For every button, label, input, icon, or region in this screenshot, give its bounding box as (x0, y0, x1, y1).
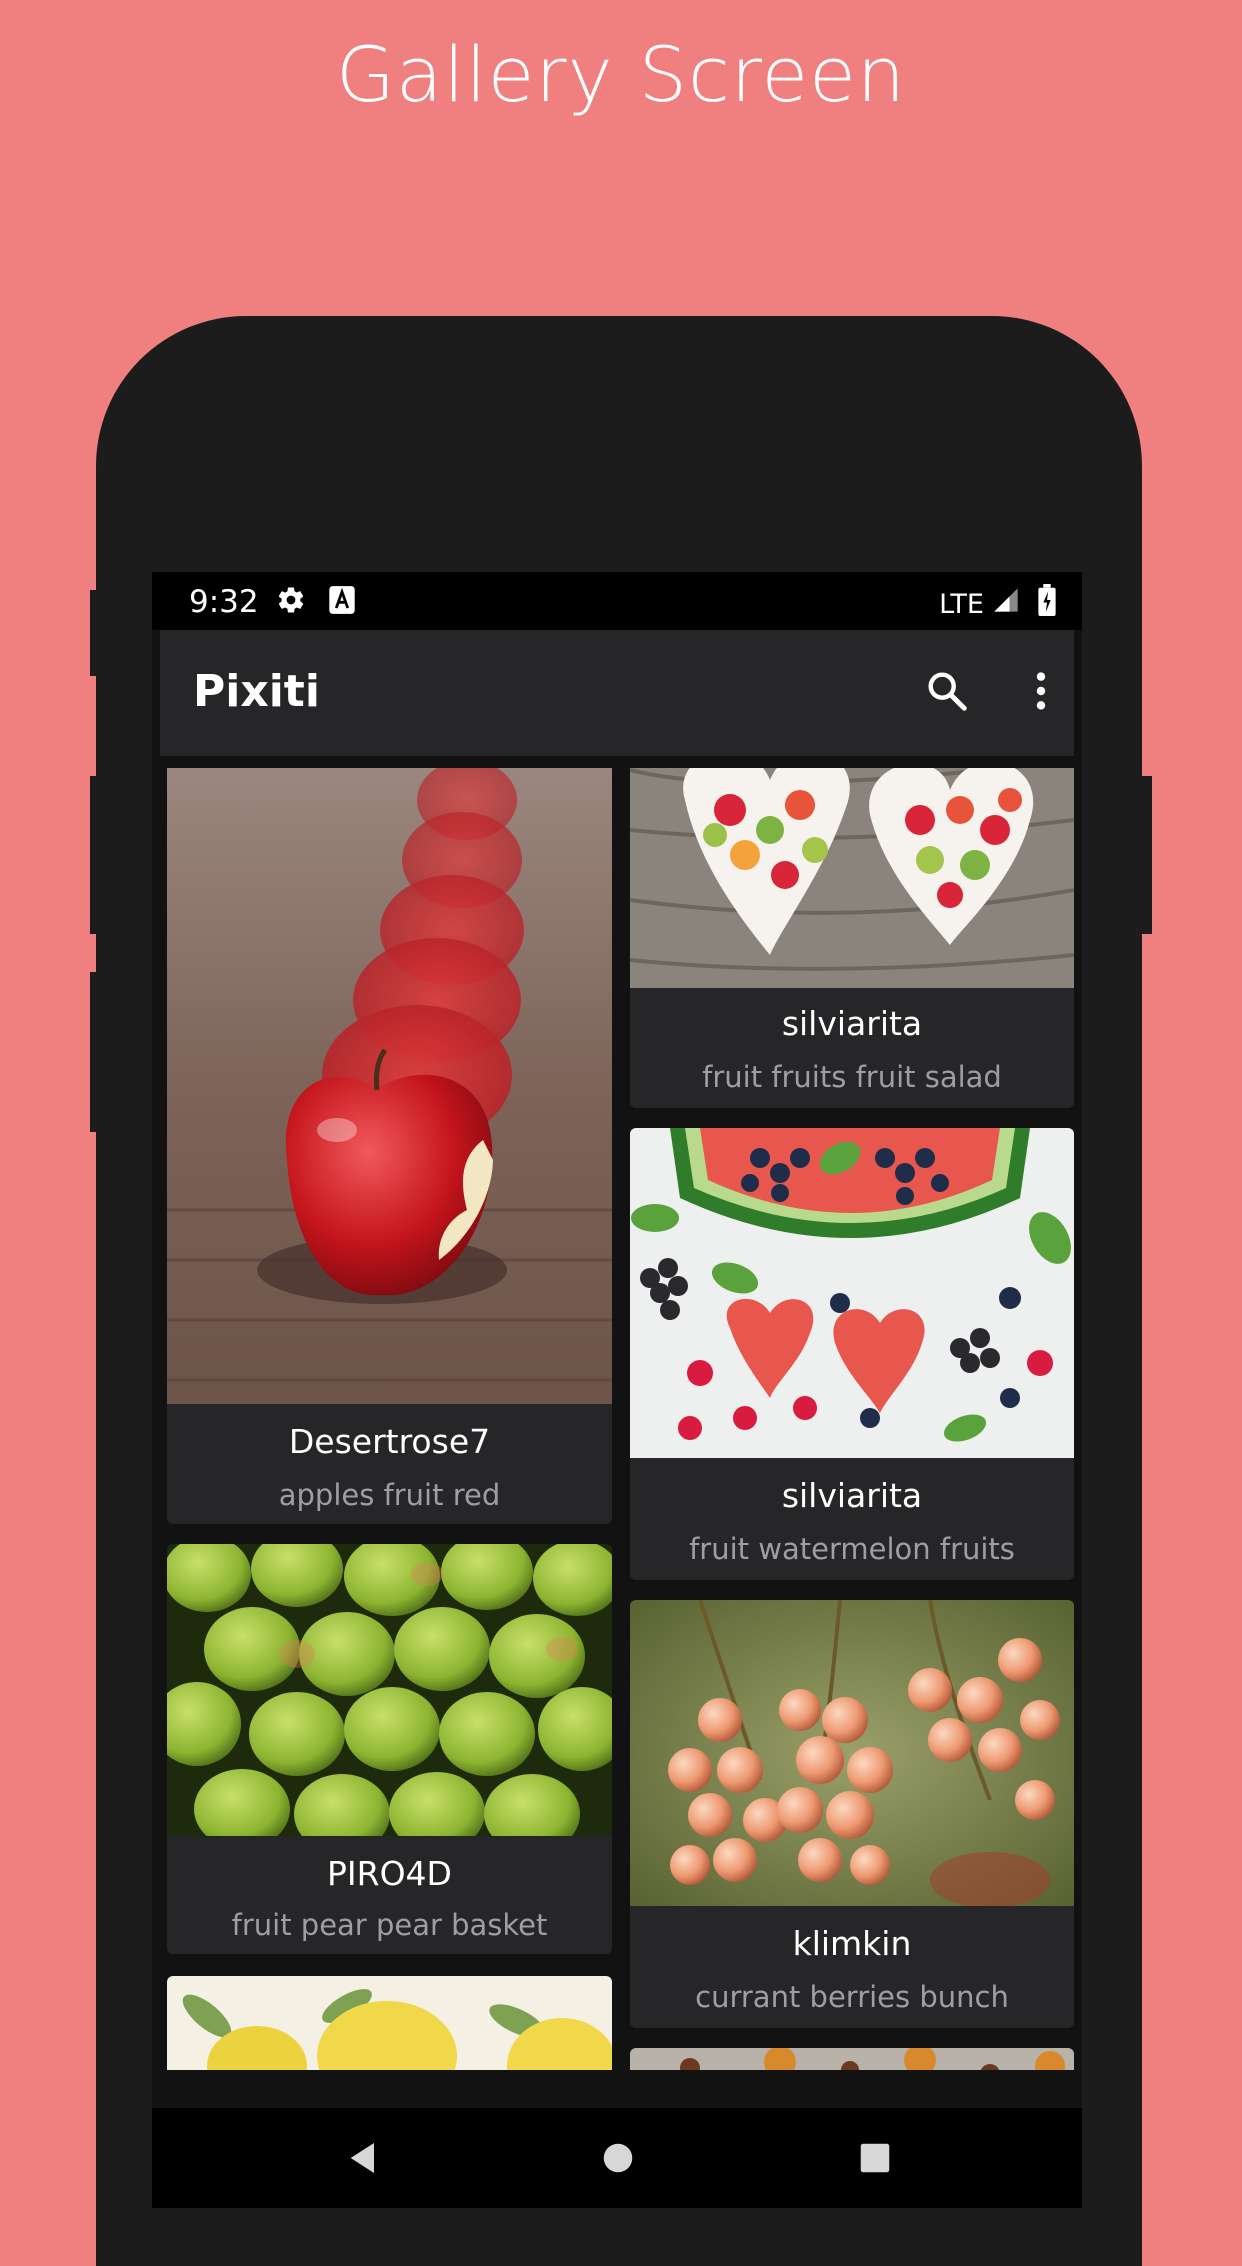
card-username: silviarita (781, 1004, 923, 1043)
network-label: LTE (939, 588, 984, 620)
card-username: silviarita (781, 1476, 923, 1515)
search-icon[interactable] (924, 668, 970, 718)
banner-title: Gallery Screen (335, 30, 907, 119)
currant-photo (630, 1600, 1074, 1906)
image-grid: Desertrose7 apples fruit red PIRO4D frui… (152, 768, 1082, 2070)
phone-side-button (90, 776, 104, 934)
photo-card[interactable]: PIRO4D fruit pear pear basket (167, 1544, 612, 1954)
card-username: PIRO4D (327, 1854, 452, 1893)
fruit-salad-photo (630, 768, 1074, 988)
gear-icon (276, 585, 306, 623)
status-bar: 9:32 LTE (152, 572, 1082, 630)
signal-icon (992, 586, 1020, 622)
home-icon[interactable] (599, 2138, 637, 2182)
pear-photo (167, 1544, 612, 1836)
card-username: Desertrose7 (288, 1422, 491, 1461)
app-title: Pixiti (193, 666, 320, 717)
phone-side-button (1138, 776, 1152, 934)
apple-photo (167, 768, 612, 1404)
photo-card[interactable]: Desertrose7 apples fruit red (167, 768, 612, 1524)
card-tags: currant berries bunch (695, 1980, 1009, 2014)
lemon-photo (167, 1976, 612, 2070)
watermelon-photo (630, 1128, 1074, 1458)
app-bar: Pixiti (160, 630, 1074, 756)
phone-screen: 9:32 LTE Pixiti Desertrose7 apples fruit… (152, 572, 1082, 2208)
status-time: 9:32 (189, 584, 259, 620)
photo-card[interactable] (167, 1976, 612, 2070)
recents-icon[interactable] (856, 2138, 894, 2182)
photo-card[interactable]: klimkin currant berries bunch (630, 1600, 1074, 2028)
photo-card[interactable] (630, 2048, 1074, 2070)
photo-card[interactable]: silviarita fruit watermelon fruits (630, 1128, 1074, 1580)
photo-card[interactable]: silviarita fruit fruits fruit salad (630, 768, 1074, 1108)
card-tags: apples fruit red (278, 1478, 501, 1512)
card-tags: fruit watermelon fruits (689, 1532, 1015, 1566)
nav-bar (152, 2108, 1082, 2208)
back-icon[interactable] (344, 2138, 384, 2182)
phone-side-button (90, 590, 104, 676)
keyboard-a-icon (328, 585, 356, 623)
card-tags: fruit pear pear basket (231, 1908, 548, 1942)
dried-fruit-photo (630, 2048, 1074, 2070)
card-tags: fruit fruits fruit salad (702, 1060, 1002, 1094)
card-username: klimkin (792, 1924, 912, 1963)
phone-side-button (90, 972, 104, 1132)
more-vert-icon[interactable] (1018, 668, 1064, 718)
status-right: LTE (939, 584, 1056, 624)
battery-charging-icon (1038, 584, 1056, 624)
